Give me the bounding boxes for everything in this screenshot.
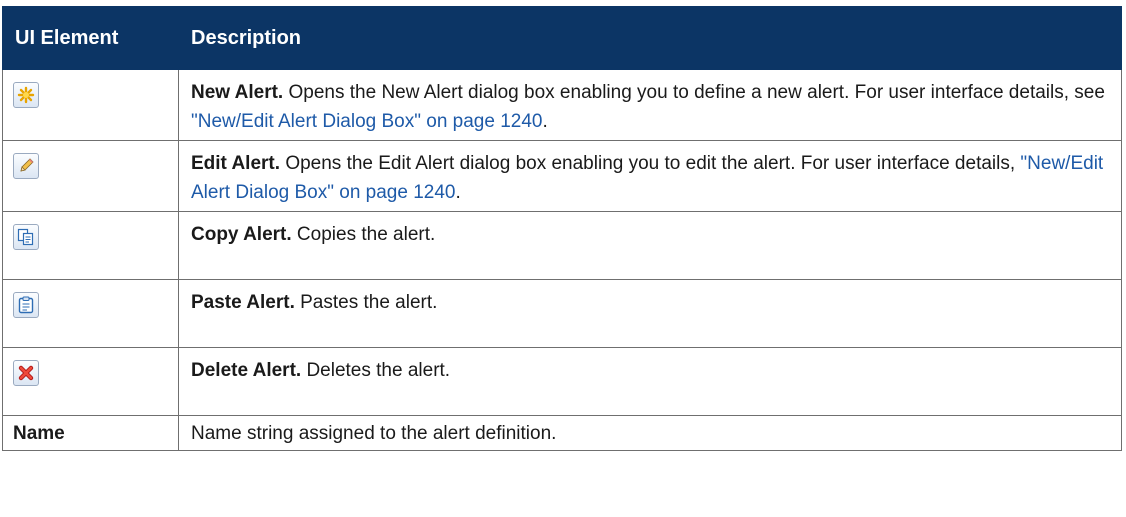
table-row: Edit Alert. Opens the Edit Alert dialog … <box>2 140 1122 212</box>
ui-element-cell <box>2 211 179 280</box>
description-cell: Edit Alert. Opens the Edit Alert dialog … <box>178 140 1122 212</box>
table-header-row: UI Element Description <box>2 6 1122 70</box>
ui-element-cell <box>2 279 179 348</box>
header-description: Description <box>178 6 1122 70</box>
item-name: Paste Alert. <box>191 292 295 313</box>
table-row: New Alert. Opens the New Alert dialog bo… <box>2 69 1122 141</box>
ui-element-cell: Name <box>2 415 179 451</box>
dialog-box-link[interactable]: "New/Edit Alert Dialog Box" on page 1240 <box>191 111 542 132</box>
description-text: Copies the alert. <box>296 224 436 245</box>
new-alert-star-icon <box>13 82 39 108</box>
item-name: Edit Alert. <box>191 153 281 174</box>
item-name: New Alert. <box>191 82 284 103</box>
ui-element-cell <box>2 69 179 141</box>
header-ui-element: UI Element <box>2 6 179 70</box>
table-row: Copy Alert. Copies the alert. <box>2 211 1122 280</box>
description-text: Opens the New Alert dialog box enabling … <box>288 82 1105 103</box>
description-text: Pastes the alert. <box>300 292 438 313</box>
table-row: Delete Alert. Deletes the alert. <box>2 347 1122 416</box>
table-row: Name Name string assigned to the alert d… <box>2 415 1122 451</box>
description-cell: New Alert. Opens the New Alert dialog bo… <box>178 69 1122 141</box>
item-name: Delete Alert. <box>191 360 302 381</box>
description-suffix: . <box>455 182 461 203</box>
paste-clipboard-icon <box>13 292 39 318</box>
item-name: Copy Alert. <box>191 224 292 245</box>
table-row: Paste Alert. Pastes the alert. <box>2 279 1122 348</box>
ui-element-table: UI Element Description New Alert. Opens … <box>2 6 1122 451</box>
description-text: Opens the Edit Alert dialog box enabling… <box>285 153 1021 174</box>
description-cell: Copy Alert. Copies the alert. <box>178 211 1122 280</box>
description-cell: Paste Alert. Pastes the alert. <box>178 279 1122 348</box>
description-suffix: . <box>542 111 548 132</box>
copy-icon <box>13 224 39 250</box>
ui-element-cell <box>2 140 179 212</box>
description-cell: Name string assigned to the alert defini… <box>178 415 1122 451</box>
description-cell: Delete Alert. Deletes the alert. <box>178 347 1122 416</box>
ui-element-cell <box>2 347 179 416</box>
edit-pencil-icon <box>13 153 39 179</box>
description-text: Deletes the alert. <box>306 360 451 381</box>
delete-x-icon <box>13 360 39 386</box>
